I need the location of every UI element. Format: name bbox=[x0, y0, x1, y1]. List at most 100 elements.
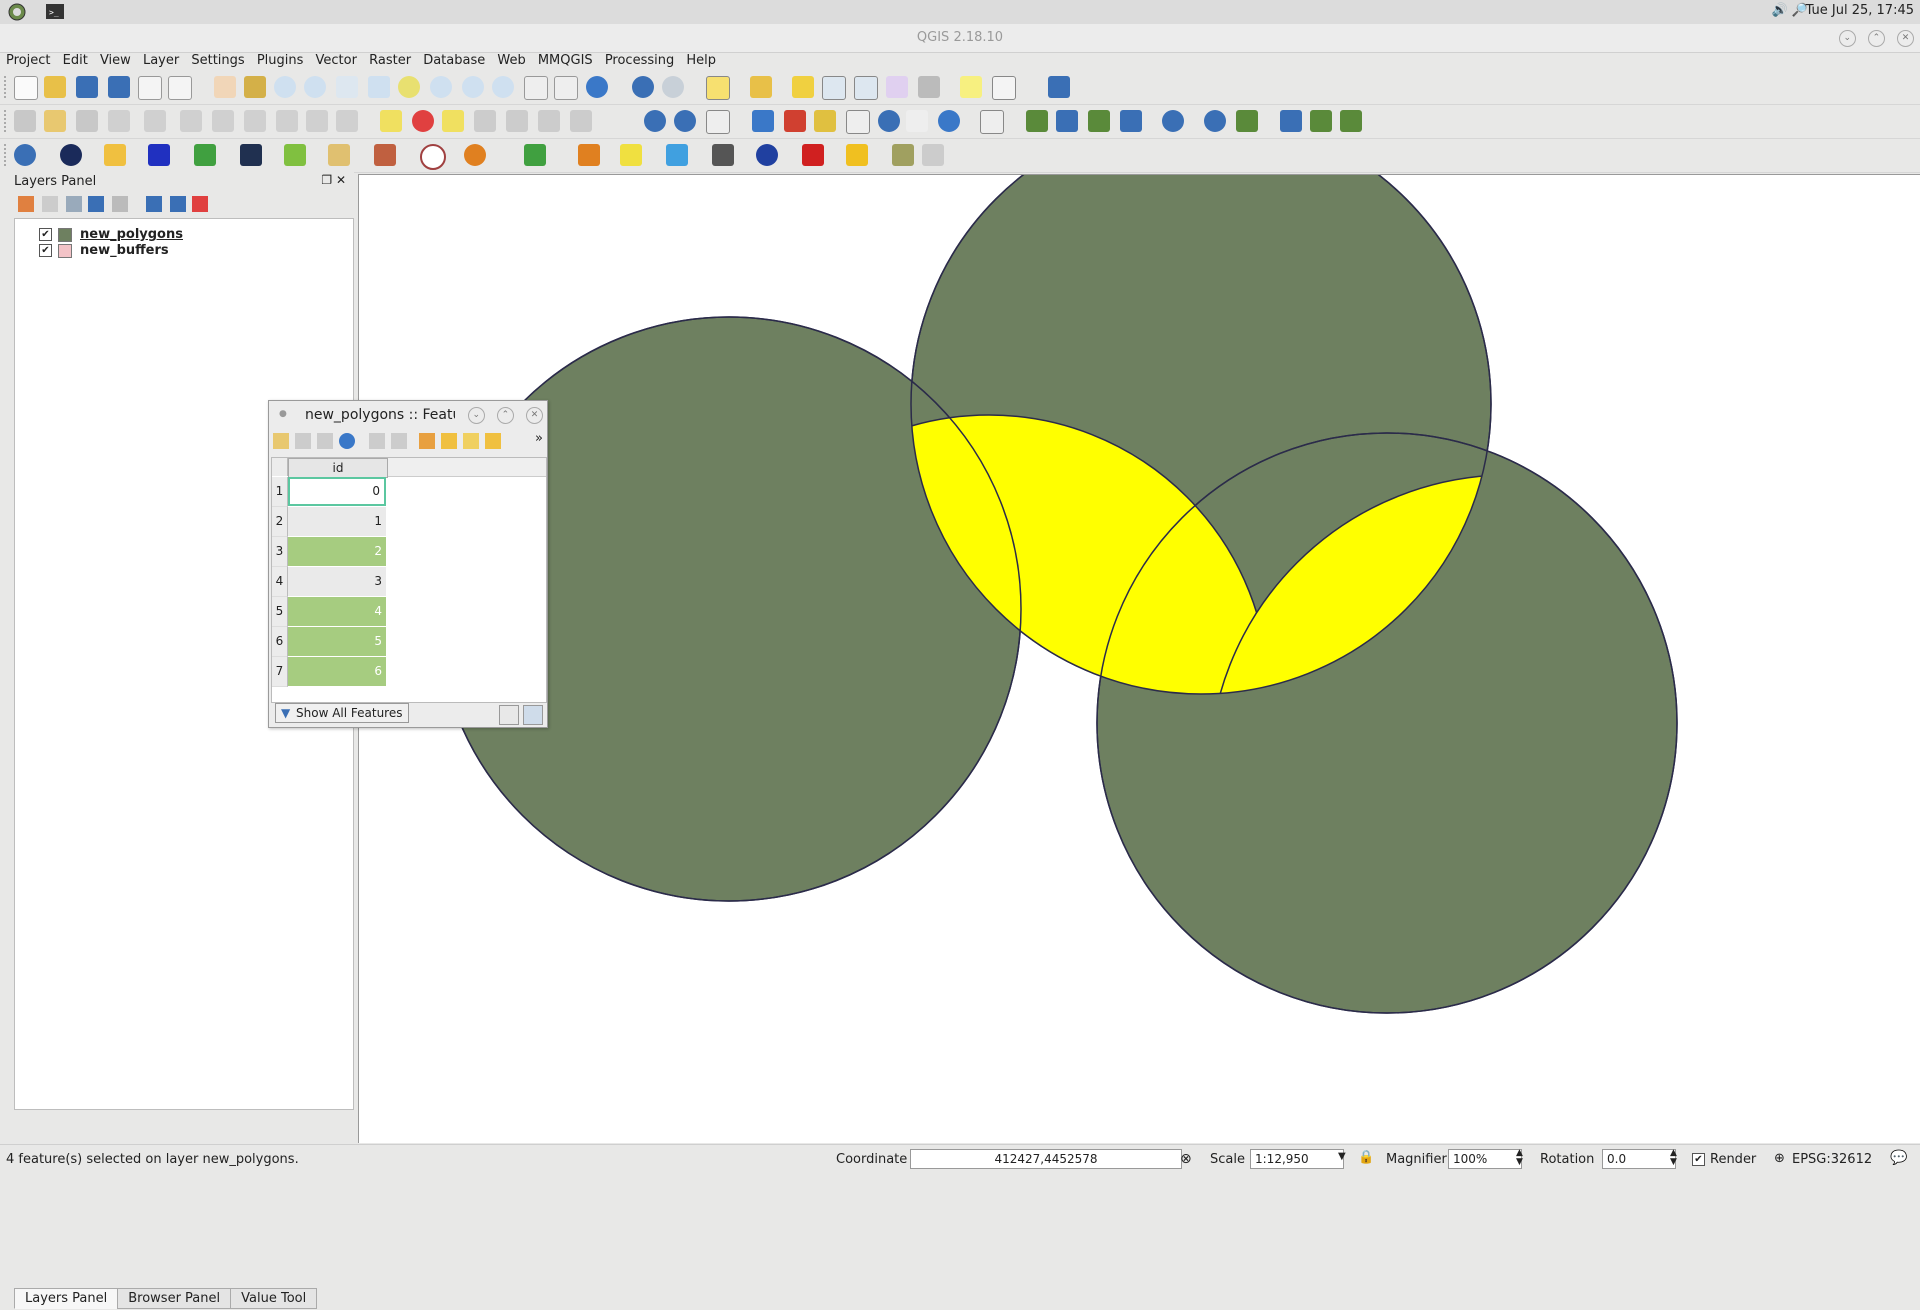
delete-feature-icon[interactable] bbox=[391, 433, 407, 449]
window-menu-icon[interactable]: ● bbox=[279, 409, 287, 419]
row-number[interactable]: 4 bbox=[272, 567, 288, 597]
mouse-icon[interactable] bbox=[756, 144, 778, 166]
move-label-icon[interactable] bbox=[506, 110, 528, 132]
new-project-icon[interactable] bbox=[14, 76, 38, 100]
save-project-icon[interactable] bbox=[76, 76, 98, 98]
globe-grid-icon[interactable] bbox=[1204, 110, 1226, 132]
vertex-tool-icon[interactable] bbox=[144, 110, 166, 132]
search-layer-icon[interactable] bbox=[878, 110, 900, 132]
float-panel-icon[interactable]: ❐ bbox=[321, 173, 332, 187]
zoom-selection-icon[interactable] bbox=[398, 76, 420, 98]
python-console-icon[interactable] bbox=[752, 110, 774, 132]
close-button[interactable]: ✕ bbox=[1897, 30, 1914, 47]
menu-project[interactable]: Project bbox=[6, 52, 50, 70]
menu-view[interactable]: View bbox=[100, 52, 131, 70]
save-edits-icon[interactable] bbox=[76, 110, 98, 132]
menu-mmqgis[interactable]: MMQGIS bbox=[538, 52, 593, 70]
open-project-icon[interactable] bbox=[44, 76, 66, 98]
tab-layers-panel[interactable]: Layers Panel bbox=[14, 1288, 119, 1309]
row-number[interactable]: 5 bbox=[272, 597, 288, 627]
menu-settings[interactable]: Settings bbox=[191, 52, 244, 70]
reload-icon[interactable] bbox=[339, 433, 355, 449]
scale-dropdown-icon[interactable]: ▼ bbox=[1338, 1151, 1346, 1162]
filter-icon[interactable] bbox=[88, 196, 104, 212]
crs-label[interactable]: EPSG:32612 bbox=[1792, 1152, 1872, 1167]
move-feature-icon[interactable] bbox=[180, 110, 202, 132]
save-edits-icon[interactable] bbox=[317, 433, 333, 449]
spiral-icon[interactable] bbox=[420, 144, 446, 170]
multi-edit-icon[interactable] bbox=[295, 433, 311, 449]
select-all-icon[interactable] bbox=[441, 433, 457, 449]
node-tool-icon[interactable] bbox=[212, 110, 234, 132]
delete-selected-icon[interactable] bbox=[244, 110, 266, 132]
label-icon[interactable] bbox=[380, 110, 402, 132]
table-cell-id[interactable]: 6 bbox=[288, 657, 386, 687]
help-icon[interactable] bbox=[1048, 76, 1070, 98]
field-calculator-icon[interactable] bbox=[854, 76, 878, 100]
terminal-icon[interactable]: >_ bbox=[44, 2, 66, 22]
wave-icon[interactable] bbox=[620, 144, 642, 166]
show-all-features-button[interactable]: ▼ Show All Features bbox=[275, 703, 410, 723]
csw-icon[interactable] bbox=[706, 110, 730, 134]
menu-vector[interactable]: Vector bbox=[316, 52, 357, 70]
row-number[interactable]: 7 bbox=[272, 657, 288, 687]
minimize-button[interactable]: ⌄ bbox=[1838, 30, 1856, 47]
deselect-icon[interactable] bbox=[485, 433, 501, 449]
row-number[interactable]: 6 bbox=[272, 627, 288, 657]
select-features-icon[interactable] bbox=[706, 76, 730, 100]
add-feature-icon[interactable] bbox=[108, 110, 130, 132]
merge-icon[interactable] bbox=[1340, 110, 1362, 132]
new-map-view-icon[interactable] bbox=[524, 76, 548, 100]
grid-gray-icon[interactable] bbox=[712, 144, 734, 166]
collapse-all-icon[interactable] bbox=[170, 196, 186, 212]
table-view-icon[interactable] bbox=[523, 705, 543, 725]
flag-icon[interactable] bbox=[802, 144, 824, 166]
layer-visibility-checkbox[interactable]: ✔ bbox=[39, 244, 52, 257]
magnifier-stepper-icon[interactable]: ▲ ▼ bbox=[1516, 1149, 1523, 1167]
composer-manager-icon[interactable] bbox=[168, 76, 192, 100]
table-cell-id[interactable]: 4 bbox=[288, 597, 386, 627]
row-number[interactable]: 1 bbox=[272, 477, 288, 507]
remove-layer-icon[interactable] bbox=[192, 196, 208, 212]
line-tool-icon[interactable] bbox=[1088, 110, 1110, 132]
digitize-icon[interactable] bbox=[814, 110, 836, 132]
zoom-next-icon[interactable] bbox=[492, 76, 514, 98]
close-panel-icon[interactable]: ✕ bbox=[336, 173, 346, 187]
show-labels-icon[interactable] bbox=[474, 110, 496, 132]
change-label-icon[interactable] bbox=[570, 110, 592, 132]
undo-icon[interactable] bbox=[938, 110, 960, 132]
save-as-icon[interactable] bbox=[108, 76, 130, 98]
wkt-icon[interactable] bbox=[906, 110, 928, 132]
pin-labels-icon[interactable] bbox=[442, 110, 464, 132]
scale-combobox[interactable]: 1:12,950 bbox=[1250, 1149, 1344, 1169]
print-composer-icon[interactable] bbox=[138, 76, 162, 100]
raster-blue-icon[interactable] bbox=[148, 144, 170, 166]
gear-orange-icon[interactable] bbox=[464, 144, 486, 166]
raster-mixed-icon[interactable] bbox=[374, 144, 396, 166]
trace-icon[interactable] bbox=[1280, 110, 1302, 132]
long-lat-icon[interactable] bbox=[666, 144, 688, 166]
attr-maximize-button[interactable]: ⌃ bbox=[496, 407, 514, 424]
zoom-actual-icon[interactable] bbox=[336, 76, 358, 98]
select-expression-icon[interactable] bbox=[419, 433, 435, 449]
table-cell-id[interactable]: 1 bbox=[288, 507, 386, 537]
rotate-label-icon[interactable] bbox=[538, 110, 560, 132]
menu-edit[interactable]: Edit bbox=[63, 52, 88, 70]
tools-icon[interactable] bbox=[892, 144, 914, 166]
current-edits-icon[interactable] bbox=[14, 110, 36, 132]
menu-plugins[interactable]: Plugins bbox=[257, 52, 304, 70]
settings-gear-icon[interactable] bbox=[60, 144, 82, 166]
plugin-icon[interactable] bbox=[784, 110, 806, 132]
leaf-icon[interactable] bbox=[524, 144, 546, 166]
coordinate-field[interactable]: 412427,4452578 bbox=[910, 1149, 1182, 1169]
layer-item-new-polygons[interactable]: ✔ new_polygons bbox=[39, 227, 183, 243]
area-icon[interactable] bbox=[980, 110, 1004, 134]
attr-close-button[interactable]: ✕ bbox=[526, 407, 543, 424]
menu-database[interactable]: Database bbox=[423, 52, 485, 70]
layer-item-new-buffers[interactable]: ✔ new_buffers bbox=[39, 243, 169, 259]
rotation-spinbox[interactable]: 0.0 bbox=[1602, 1149, 1676, 1169]
layer-visibility-checkbox[interactable]: ✔ bbox=[39, 228, 52, 241]
rotation-stepper-icon[interactable]: ▲ ▼ bbox=[1670, 1149, 1677, 1167]
copy-icon[interactable] bbox=[306, 110, 328, 132]
vertex-add-icon[interactable] bbox=[1026, 110, 1048, 132]
